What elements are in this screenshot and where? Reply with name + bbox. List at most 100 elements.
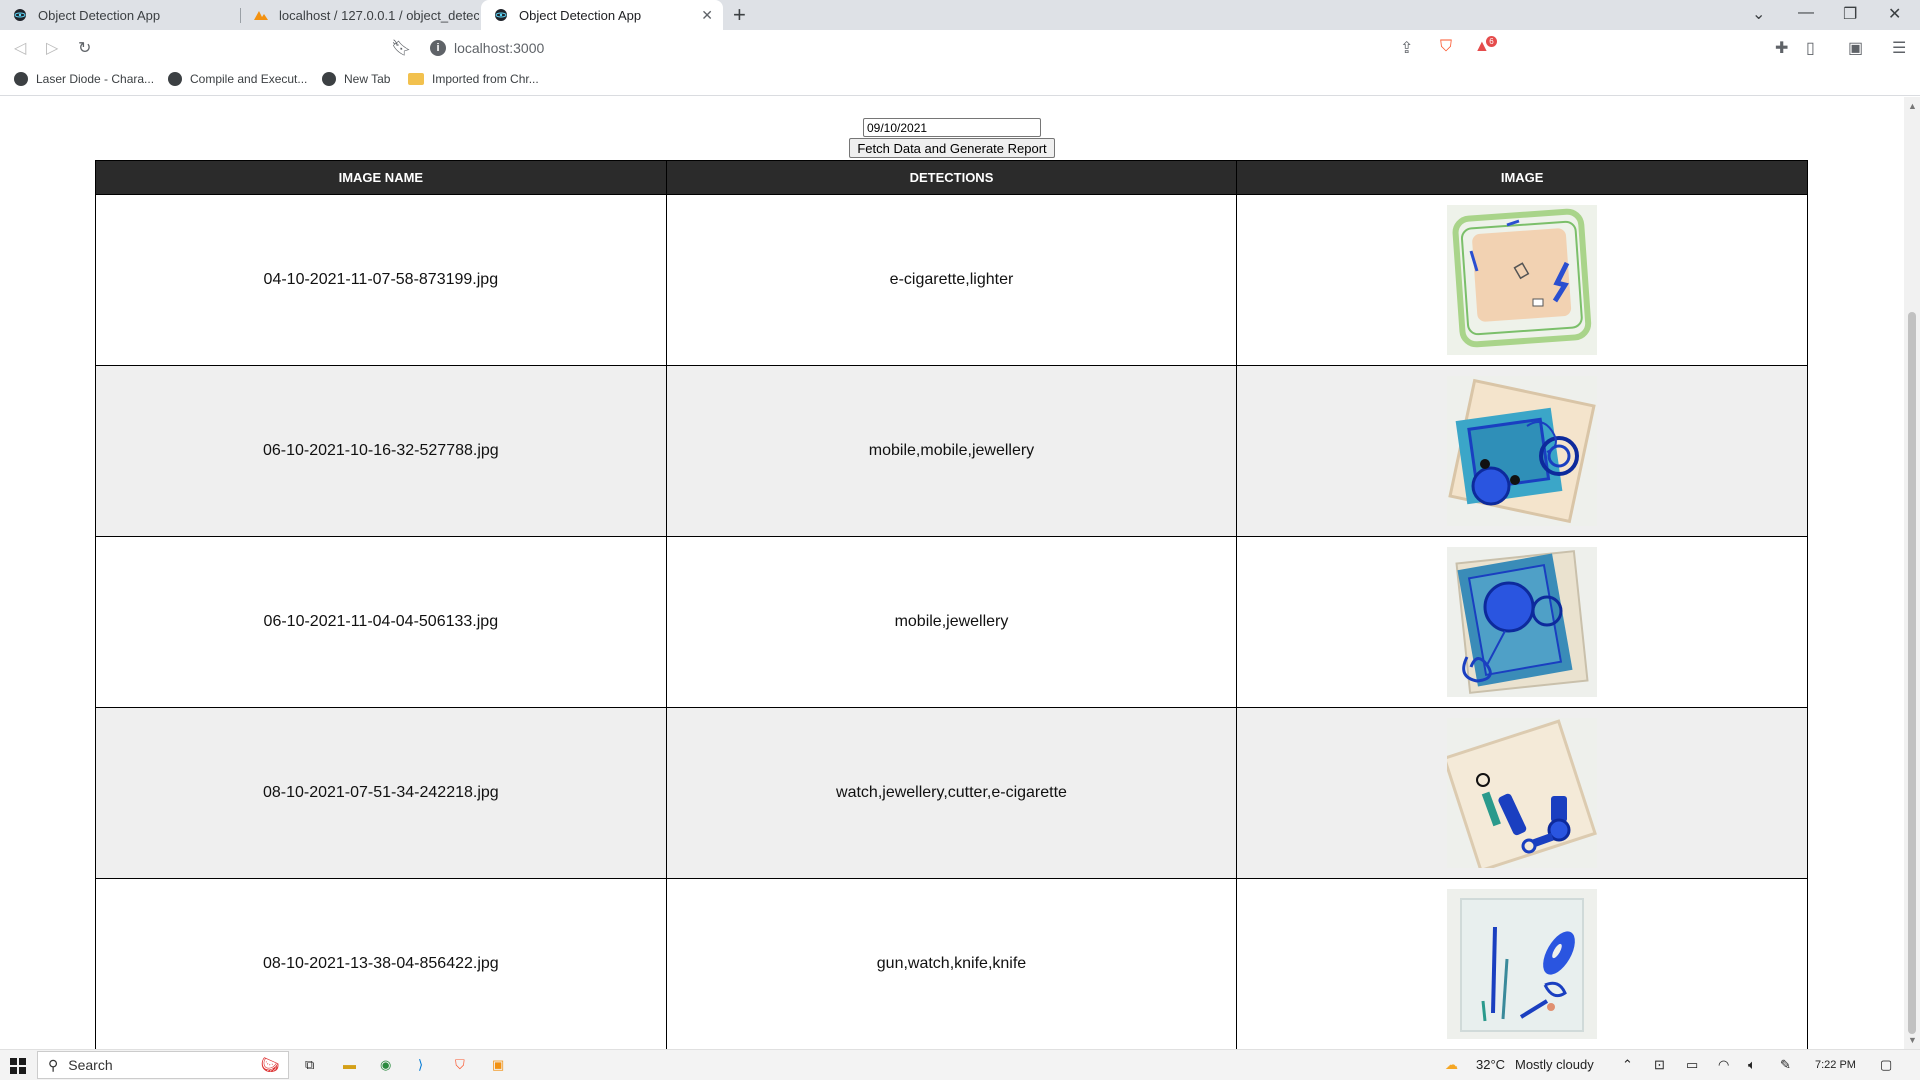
search-highlight-icon: 🍉︎ — [259, 1057, 280, 1074]
scroll-down-arrow-icon[interactable]: ▼ — [1908, 1035, 1917, 1045]
task-view-icon[interactable]: ⧉ — [305, 1057, 314, 1073]
detections-cell: mobile,mobile,jewellery — [665, 365, 1238, 537]
pen-icon[interactable]: ✎ — [1780, 1057, 1791, 1073]
xampp-icon[interactable]: ▣ — [492, 1057, 504, 1073]
sidebar-icon[interactable]: ▯ — [1806, 38, 1815, 58]
globe-icon — [14, 72, 28, 86]
detections-cell: mobile,jewellery — [665, 536, 1238, 708]
reload-icon[interactable]: ↻ — [78, 38, 91, 58]
meet-icon[interactable]: ⊡ — [1654, 1057, 1665, 1073]
image-name-cell: 08-10-2021-13-38-04-856422.jpg — [95, 878, 667, 1049]
image-cell — [1236, 707, 1808, 879]
minimize-button[interactable]: — — [1798, 4, 1814, 22]
image-cell — [1236, 878, 1808, 1049]
search-icon: ⚲ — [48, 1056, 59, 1073]
wifi-icon[interactable]: ◠ — [1718, 1057, 1729, 1073]
date-input[interactable] — [863, 118, 1041, 137]
bookmark-icon[interactable]: 🔖︎ — [391, 38, 411, 58]
header-image: IMAGE — [1236, 160, 1808, 195]
page-scrollbar[interactable]: ▲ ▼ — [1904, 97, 1920, 1049]
tab-label: localhost / 127.0.0.1 / object_detectio — [279, 7, 479, 23]
weather-temp[interactable]: 32°C — [1476, 1057, 1505, 1072]
windows-taskbar: ⚲ Search 🍉︎ ⧉ ▬ ◉ ⟩ ⛉ ▣ ☁ 32°C Mostly cl… — [0, 1049, 1920, 1080]
chevron-up-icon[interactable]: ⌃ — [1622, 1057, 1633, 1073]
xray-image — [1447, 205, 1598, 355]
forward-arrow-icon[interactable]: ▷ — [46, 38, 58, 58]
address-bar[interactable]: i localhost:3000 — [418, 34, 1498, 62]
globe-icon — [168, 72, 182, 86]
table-header-row: IMAGE NAME DETECTIONS IMAGE — [95, 160, 1808, 195]
detections-cell: e-cigarette,lighter — [665, 194, 1238, 366]
clock-time[interactable]: 7:22 PM — [1815, 1059, 1856, 1071]
bookmark-label: Compile and Execut... — [190, 72, 308, 86]
browser-toolbar: ◁ ▷ ↻ 🔖︎ i localhost:3000 ⇪ ⛉ ▲ 6 ✚ ▯ ▣ … — [0, 30, 1920, 66]
bookmark-new-tab[interactable]: New Tab — [322, 72, 390, 86]
browser-tab-bar: Object Detection App localhost / 127.0.0… — [0, 0, 1920, 30]
image-name-cell: 06-10-2021-10-16-32-527788.jpg — [95, 365, 667, 537]
brave-shield-icon[interactable]: ⛉ — [1440, 38, 1452, 56]
bookmark-folder-imported[interactable]: Imported from Chr... — [408, 72, 539, 86]
close-tab-icon[interactable]: ✕ — [701, 7, 713, 24]
xray-image — [1447, 718, 1598, 868]
extension-badge: 6 — [1486, 36, 1497, 47]
table-row: 08-10-2021-13-38-04-856422.jpg gun,watch… — [95, 878, 1808, 1049]
folder-icon — [408, 73, 424, 85]
table-row: 08-10-2021-07-51-34-242218.jpg watch,jew… — [95, 707, 1808, 879]
header-image-name: IMAGE NAME — [95, 160, 667, 195]
close-window-button[interactable]: ✕ — [1888, 4, 1901, 24]
globe-icon — [322, 72, 336, 86]
brave-icon[interactable]: ⛉ — [455, 1057, 465, 1073]
bookmark-compile-execute[interactable]: Compile and Execut... — [168, 72, 307, 86]
image-name-cell: 06-10-2021-11-04-04-506133.jpg — [95, 536, 667, 708]
site-info-icon[interactable]: i — [430, 40, 446, 56]
chevron-down-icon[interactable]: ⌄ — [1752, 4, 1765, 24]
table-row: 06-10-2021-11-04-04-506133.jpg mobile,je… — [95, 536, 1808, 708]
bookmark-label: Laser Diode - Chara... — [36, 72, 155, 86]
taskbar-search-box[interactable]: ⚲ Search 🍉︎ — [37, 1051, 289, 1079]
tab-label: Object Detection App — [38, 7, 161, 23]
bookmark-laser-diode[interactable]: Laser Diode - Chara... — [14, 72, 154, 86]
detections-cell: gun,watch,knife,knife — [665, 878, 1238, 1049]
url-text: localhost:3000 — [454, 40, 545, 56]
tab-phpmyadmin[interactable]: localhost / 127.0.0.1 / object_detectio — [241, 0, 479, 30]
image-name-cell: 04-10-2021-11-07-58-873199.jpg — [95, 194, 667, 366]
weather-icon: ☁ — [1445, 1057, 1458, 1072]
image-cell — [1236, 194, 1808, 366]
tab-object-detection-active[interactable]: Object Detection App ✕ — [481, 0, 723, 30]
back-arrow-icon[interactable]: ◁ — [14, 38, 26, 58]
react-icon — [493, 7, 509, 23]
vscode-icon[interactable]: ⟩ — [418, 1057, 423, 1073]
image-cell — [1236, 365, 1808, 537]
chrome-icon[interactable]: ◉ — [380, 1057, 391, 1073]
fetch-report-button[interactable]: Fetch Data and Generate Report — [849, 138, 1055, 158]
table-row: 04-10-2021-11-07-58-873199.jpg e-cigaret… — [95, 194, 1808, 366]
bookmark-label: New Tab — [344, 72, 391, 86]
share-icon[interactable]: ⇪ — [1400, 38, 1413, 58]
menu-icon[interactable]: ☰ — [1892, 38, 1906, 58]
scroll-up-arrow-icon[interactable]: ▲ — [1908, 101, 1917, 111]
bookmarks-bar: Laser Diode - Chara... Compile and Execu… — [0, 66, 1920, 96]
search-label: Search — [68, 1057, 113, 1073]
battery-icon[interactable]: ▭ — [1686, 1057, 1698, 1073]
new-tab-button[interactable]: + — [733, 2, 746, 28]
header-detections: DETECTIONS — [665, 160, 1238, 195]
table-row: 06-10-2021-10-16-32-527788.jpg mobile,mo… — [95, 365, 1808, 537]
xray-image — [1447, 889, 1598, 1039]
file-explorer-icon[interactable]: ▬ — [343, 1057, 356, 1072]
react-icon — [12, 7, 28, 23]
maximize-button[interactable]: ❐ — [1843, 4, 1857, 24]
detections-table: IMAGE NAME DETECTIONS IMAGE 04-10-2021-1… — [95, 160, 1808, 1049]
notifications-icon[interactable]: ▢ — [1880, 1057, 1892, 1073]
image-cell — [1236, 536, 1808, 708]
tab-object-detection-1[interactable]: Object Detection App — [0, 0, 240, 30]
extensions-puzzle-icon[interactable]: ✚ — [1775, 38, 1788, 58]
windows-start-icon[interactable] — [10, 1058, 26, 1074]
volume-icon[interactable]: 🔈︎ — [1748, 1057, 1756, 1073]
bookmark-label: Imported from Chr... — [432, 72, 539, 86]
phpmyadmin-icon — [253, 7, 269, 23]
wallet-icon[interactable]: ▣ — [1848, 38, 1863, 58]
weather-desc[interactable]: Mostly cloudy — [1515, 1057, 1594, 1072]
scrollbar-thumb[interactable] — [1908, 312, 1916, 1034]
tab-label: Object Detection App — [519, 7, 642, 23]
xray-image — [1447, 547, 1598, 697]
